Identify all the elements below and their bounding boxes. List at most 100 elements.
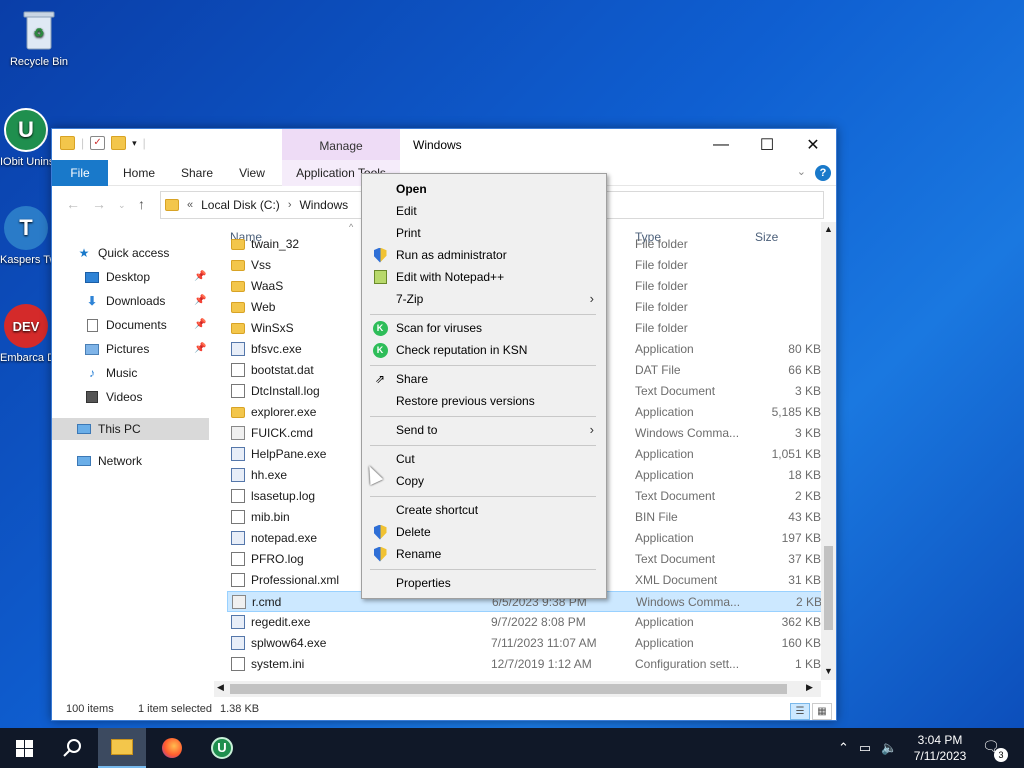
- menu-item-open[interactable]: Open: [364, 178, 604, 200]
- scroll-right-icon[interactable]: ▶: [806, 682, 813, 693]
- file-size: 31 KB: [788, 573, 821, 587]
- menu-item-send-to[interactable]: Send to ›: [364, 419, 604, 441]
- menu-item-delete[interactable]: Delete: [364, 521, 604, 543]
- file-size: 43 KB: [788, 510, 821, 524]
- desktop-icon-devcpp[interactable]: DEV Embarca Dev-C: [0, 304, 52, 365]
- menu-item-restore-versions[interactable]: Restore previous versions: [364, 390, 604, 412]
- breadcrumb-windows[interactable]: Windows: [299, 198, 348, 212]
- tab-home[interactable]: Home: [114, 160, 164, 186]
- nav-this-pc[interactable]: This PC: [52, 418, 209, 440]
- pin-icon[interactable]: 📌: [194, 343, 206, 354]
- taskbar-file-explorer[interactable]: [98, 728, 146, 768]
- desktop-icon-kaspersky-tweak[interactable]: T Kaspers Tweak As: [0, 206, 52, 267]
- forward-arrow-icon[interactable]: →: [92, 196, 106, 212]
- cmd-icon: [231, 426, 245, 440]
- file-name: notepad.exe: [251, 531, 318, 545]
- context-menu: Open Edit Print Run as administrator Edi…: [361, 173, 607, 599]
- menu-item-cut[interactable]: Cut: [364, 448, 604, 470]
- kaspersky-icon: K: [372, 320, 388, 336]
- menu-item-scan-viruses[interactable]: K Scan for viruses: [364, 317, 604, 339]
- pin-icon[interactable]: 📌: [194, 295, 206, 306]
- taskbar-clock[interactable]: 3:04 PM 7/11/2023: [900, 732, 980, 764]
- tab-share[interactable]: Share: [172, 160, 222, 186]
- nav-network[interactable]: Network: [76, 450, 142, 472]
- file-size: 3 KB: [794, 426, 821, 440]
- chevron-right-icon[interactable]: ›: [288, 199, 292, 211]
- menu-item-edit[interactable]: Edit: [364, 200, 604, 222]
- clock-date: 7/11/2023: [913, 749, 967, 763]
- nav-pictures[interactable]: Pictures: [84, 338, 149, 360]
- menu-item-check-ksn[interactable]: K Check reputation in KSN: [364, 339, 604, 361]
- file-type: DAT File: [635, 363, 681, 377]
- vertical-scrollbar[interactable]: ▲ ▼: [821, 222, 836, 680]
- file-type: File folder: [635, 279, 688, 293]
- properties-icon[interactable]: ✓: [90, 136, 106, 150]
- file-name: PFRO.log: [251, 552, 304, 566]
- close-button[interactable]: ✕: [790, 129, 836, 160]
- tab-manage[interactable]: Manage: [282, 129, 400, 160]
- nav-downloads[interactable]: ⬇ Downloads: [84, 290, 165, 312]
- maximize-button[interactable]: ☐: [744, 129, 790, 160]
- file-type: BIN File: [635, 510, 678, 524]
- menu-item-run-as-admin[interactable]: Run as administrator: [364, 244, 604, 266]
- pin-icon[interactable]: 📌: [194, 319, 206, 330]
- file-row[interactable]: regedit.exe 9/7/2022 8:08 PM Application 36…: [227, 612, 822, 633]
- file-row[interactable]: system.ini 12/7/2019 1:12 AM Configuration…: [227, 654, 822, 675]
- menu-item-rename[interactable]: Rename: [364, 543, 604, 565]
- file-name: Professional.xml: [251, 573, 340, 587]
- desktop-icon-iobit-uninstaller[interactable]: U IObit Uninsta: [0, 108, 52, 169]
- iobit-icon: U: [4, 108, 48, 152]
- shield-icon: [372, 247, 388, 263]
- chevron-right-icon: ›: [589, 291, 594, 306]
- file-row[interactable]: splwow64.exe 7/11/2023 11:07 AM Applicatio…: [227, 633, 822, 654]
- new-folder-icon[interactable]: [111, 136, 127, 150]
- status-bar: 100 items 1 item selected 1.38 KB ☰ ▦: [52, 699, 836, 720]
- volume-muted-icon[interactable]: 🔈: [881, 740, 897, 756]
- back-arrow-icon[interactable]: ←: [66, 196, 80, 212]
- horizontal-scrollbar[interactable]: ◀ ▶: [214, 681, 821, 697]
- menu-item-edit-notepadpp[interactable]: Edit with Notepad++: [364, 266, 604, 288]
- nav-desktop[interactable]: Desktop: [84, 266, 150, 288]
- minimize-button[interactable]: —: [698, 129, 744, 160]
- nav-quick-access[interactable]: ★ Quick access: [76, 242, 170, 264]
- file-size: 362 KB: [781, 615, 821, 629]
- large-icons-view-icon[interactable]: ▦: [812, 703, 832, 720]
- start-button[interactable]: [0, 728, 48, 768]
- scrollbar-thumb[interactable]: [824, 546, 833, 630]
- pin-icon[interactable]: 📌: [194, 271, 206, 282]
- menu-item-print[interactable]: Print: [364, 222, 604, 244]
- desktop-icon-recycle-bin[interactable]: ♻ Recycle Bin: [0, 8, 78, 69]
- file-type: File folder: [635, 258, 688, 272]
- network-icon: [76, 454, 92, 468]
- chevron-up-icon[interactable]: ⌃: [838, 740, 849, 756]
- taskbar-firefox[interactable]: [148, 728, 196, 768]
- taskbar-iobit[interactable]: U: [198, 728, 246, 768]
- tab-file[interactable]: File: [52, 160, 108, 186]
- menu-item-share[interactable]: ⇗ Share: [364, 368, 604, 390]
- network-tray-icon[interactable]: ▭: [859, 740, 871, 756]
- scrollbar-thumb[interactable]: [230, 684, 787, 694]
- file-size: 5,185 KB: [771, 405, 821, 419]
- chevron-down-icon[interactable]: ⌄: [797, 165, 806, 178]
- menu-item-create-shortcut[interactable]: Create shortcut: [364, 499, 604, 521]
- up-arrow-icon[interactable]: ↑: [138, 196, 145, 212]
- breadcrumb-overflow[interactable]: «: [187, 199, 193, 211]
- details-view-icon[interactable]: ☰: [790, 703, 810, 720]
- scroll-left-icon[interactable]: ◀: [217, 682, 224, 693]
- nav-videos[interactable]: Videos: [84, 386, 142, 408]
- menu-item-7zip[interactable]: 7-Zip ›: [364, 288, 604, 310]
- menu-item-properties[interactable]: Properties: [364, 572, 604, 594]
- recent-dropdown-icon[interactable]: ⌄: [118, 200, 126, 211]
- folder-icon: [231, 281, 245, 292]
- qat-dropdown-icon[interactable]: ▾: [132, 138, 137, 149]
- tab-view[interactable]: View: [228, 160, 276, 186]
- file-type: XML Document: [635, 573, 718, 587]
- nav-music[interactable]: ♪ Music: [84, 362, 137, 384]
- scroll-up-icon[interactable]: ▲: [824, 224, 833, 234]
- breadcrumb-local-disk[interactable]: Local Disk (C:): [201, 198, 280, 212]
- nav-documents[interactable]: Documents: [84, 314, 167, 336]
- scroll-down-icon[interactable]: ▼: [824, 666, 833, 676]
- help-icon[interactable]: ?: [815, 165, 831, 181]
- menu-item-copy[interactable]: Copy: [364, 470, 604, 492]
- search-button[interactable]: [48, 728, 96, 768]
